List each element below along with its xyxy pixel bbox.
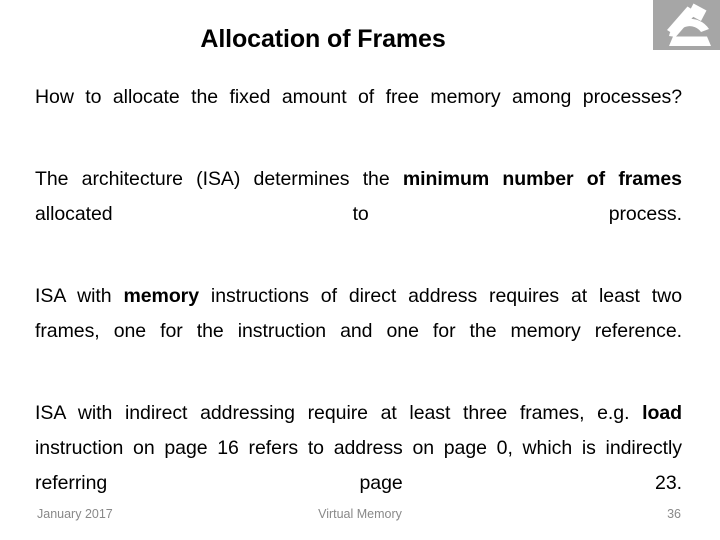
text-run: instruction on page 16 refers to address…	[35, 437, 682, 494]
text-run: The architecture (ISA) determines the	[35, 168, 403, 190]
text-run: ISA with	[35, 285, 124, 307]
emphasis-run: minimum number of frames	[402, 168, 682, 190]
emphasis-run: load	[642, 402, 682, 424]
microscope-icon	[667, 3, 711, 46]
text-run: How to allocate the fixed amount of free…	[35, 86, 682, 108]
emphasis-run: memory	[123, 285, 200, 307]
text-run: ISA with indirect addressing require at …	[35, 402, 643, 424]
logo-badge	[653, 0, 720, 50]
page-title: Allocation of Frames	[200, 25, 446, 53]
slide-footer: January 2017 Virtual Memory 36	[0, 505, 720, 527]
body-paragraph-3: ISA with memory instructions of direct a…	[35, 279, 682, 384]
body-paragraph-1: How to allocate the fixed amount of free…	[35, 80, 682, 150]
body-paragraph-2: The architecture (ISA) determines the mi…	[35, 162, 682, 267]
slide-canvas: Allocation of Frames How to allocate the…	[0, 0, 720, 540]
text-run: allocated to process.	[35, 203, 682, 225]
footer-page-number: 36	[667, 507, 681, 521]
slide-body: How to allocate the fixed amount of free…	[35, 80, 682, 536]
